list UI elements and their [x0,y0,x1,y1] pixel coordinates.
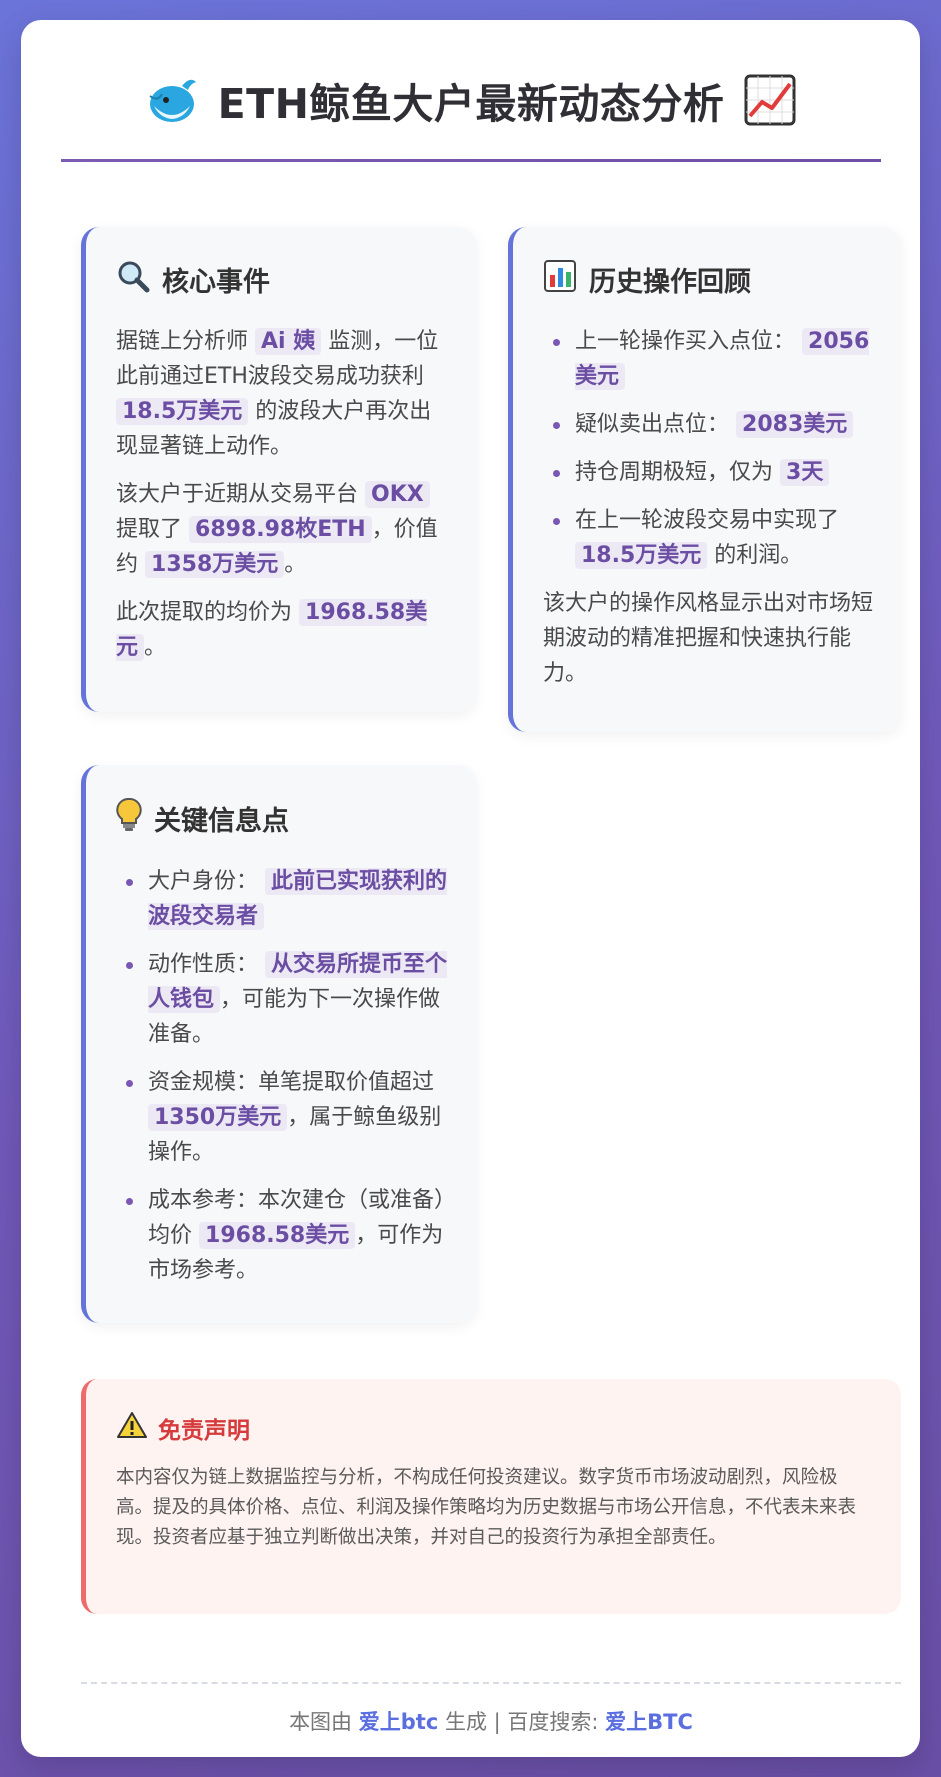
list-item: 上一轮操作买入点位： 2056美元 [543,324,873,394]
history-note: 该大户的操作风格显示出对市场短期波动的精准把握和快速执行能力。 [543,591,874,686]
core-event-title: 核心事件 [162,267,270,298]
key-info-title: 关键信息点 [154,806,289,837]
highlight: 1350万美元 [148,1104,288,1131]
highlight: Ai 姨 [255,328,322,355]
search-term-link[interactable]: 爱上BTC [605,1710,693,1734]
text: 大户身份： [148,869,259,894]
history-heading: 历史操作回顾 [543,259,873,300]
key-info-heading: 关键信息点 [116,797,448,840]
highlight: 18.5万美元 [575,542,708,569]
key-info-list: 大户身份： 此前已实现获利的波段交易者 动作性质： 从交易所提币至个人钱包 ，可能… [116,864,448,1288]
text: 的利润。 [714,543,803,568]
core-event-heading: 核心事件 [116,259,448,300]
text: 提取了 [116,517,183,542]
list-item: 持仓周期极短，仅为 3天 [543,455,873,490]
key-info-panel: 关键信息点 大户身份： 此前已实现获利的波段交易者 动作性质： 从交易所提币至个… [81,765,476,1323]
list-item: 疑似卖出点位： 2083美元 [543,407,873,442]
disclaimer-heading: 免责声明 [116,1411,867,1445]
text: 此次提取的均价为 [116,600,293,625]
highlight: 1358万美元 [145,551,285,578]
text: 动作性质： [148,952,259,977]
footer-divider [81,1682,901,1684]
highlight: OKX [365,481,430,508]
highlight: 1968.58美元 [199,1222,356,1249]
list-item: 大户身份： 此前已实现获利的波段交易者 [116,864,448,934]
history-panel: 历史操作回顾 上一轮操作买入点位： 2056美元 疑似卖出点位： 2083美元 … [508,227,901,732]
list-item: 动作性质： 从交易所提币至个人钱包 ，可能为下一次操作做准备。 [116,947,448,1052]
text: 持仓周期极短，仅为 [575,460,774,485]
core-event-paragraph-2: 该大户于近期从交易平台 OKX 提取了 6898.98枚ETH ，价值约 1358… [116,477,448,582]
list-item: 成本参考：本次建仓（或准备）均价 1968.58美元 ，可作为市场参考。 [116,1183,448,1288]
highlight: 18.5万美元 [116,398,249,425]
text: 上一轮操作买入点位： [575,329,796,354]
brand-link[interactable]: 爱上btc [359,1710,439,1734]
title-divider [61,159,881,162]
history-list: 上一轮操作买入点位： 2056美元 疑似卖出点位： 2083美元 持仓周期极短，… [543,324,873,573]
disclaimer-title: 免责声明 [158,1418,250,1444]
list-item: 资金规模：单笔提取价值超过 1350万美元 ，属于鲸鱼级别操作。 [116,1065,448,1170]
list-item: 在上一轮波段交易中实现了 18.5万美元 的利润。 [543,503,873,573]
whale-icon [144,72,200,128]
text: 在上一轮波段交易中实现了 [575,508,840,533]
text: 疑似卖出点位： [575,412,730,437]
text: 。 [144,635,167,660]
disclaimer-box: 免责声明 本内容仅为链上数据监控与分析，不构成任何投资建议。数字货币市场波动剧烈… [81,1379,901,1614]
footer-text: 本图由 [289,1710,353,1734]
lightbulb-icon [116,797,142,840]
page-title: ETH鲸鱼大户最新动态分析 [217,80,725,128]
highlight: 6898.98枚ETH [189,516,372,543]
text: 该大户于近期从交易平台 [116,482,359,507]
history-title: 历史操作回顾 [589,267,751,298]
core-event-paragraph-3: 此次提取的均价为 1968.58美元。 [116,595,448,665]
text: 。 [284,552,307,577]
core-event-panel: 核心事件 据链上分析师 Ai 姨 监测，一位此前通过ETH波段交易成功获利 18… [81,227,476,712]
text: 资金规模：单笔提取价值超过 [148,1070,435,1095]
chart-up-icon [742,72,798,128]
infographic-card: ETH鲸鱼大户最新动态分析 核心事件 据链上分析师 Ai 姨 监测，一位此前通过… [21,20,920,1757]
core-event-paragraph-1: 据链上分析师 Ai 姨 监测，一位此前通过ETH波段交易成功获利 18.5万美元… [116,324,448,464]
bar-chart-icon [543,259,577,300]
magnifier-icon [116,259,150,300]
page-header: ETH鲸鱼大户最新动态分析 [61,70,881,130]
highlight: 3天 [780,459,830,486]
disclaimer-text: 本内容仅为链上数据监控与分析，不构成任何投资建议。数字货币市场波动剧烈，风险极高… [116,1467,857,1548]
footer-text: 生成 | 百度搜索: [444,1710,599,1734]
footer: 本图由 爱上btc 生成 | 百度搜索: 爱上BTC [81,1706,901,1736]
text: 据链上分析师 [116,329,249,354]
highlight: 2083美元 [736,411,854,438]
warning-icon [116,1411,148,1445]
